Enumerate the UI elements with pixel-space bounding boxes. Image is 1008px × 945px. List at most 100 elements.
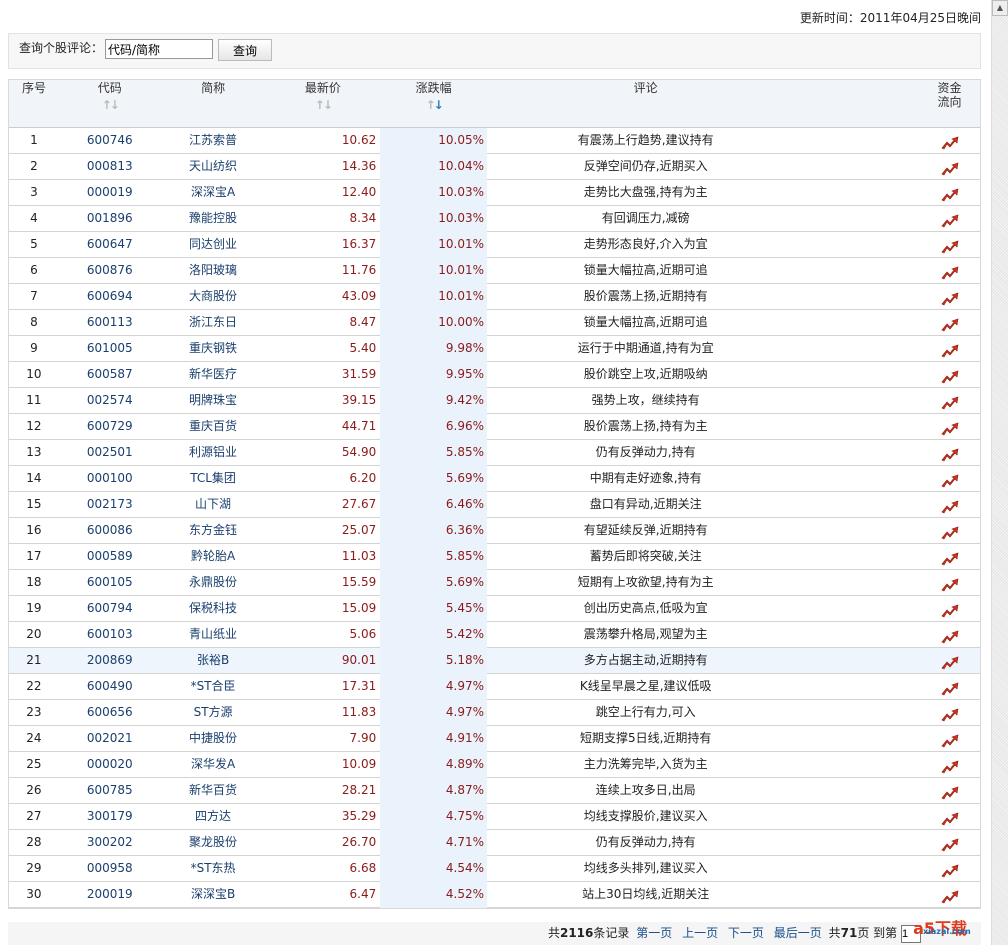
stock-code-link[interactable]: 600746 — [59, 128, 161, 154]
stock-code-link[interactable]: 300202 — [59, 830, 161, 856]
stock-name-link[interactable]: 四方达 — [161, 804, 266, 830]
fund-flow-up-trend-icon[interactable] — [941, 550, 959, 565]
stock-code-link[interactable]: 200869 — [59, 648, 161, 674]
stock-name-link[interactable]: 同达创业 — [161, 232, 266, 258]
fund-flow-up-trend-icon[interactable] — [941, 264, 959, 279]
stock-code-link[interactable]: 600647 — [59, 232, 161, 258]
fund-flow-up-trend-icon[interactable] — [941, 446, 959, 461]
header-price[interactable]: 最新价 ↑↓ — [265, 80, 380, 127]
stock-name-link[interactable]: 东方金钰 — [161, 518, 266, 544]
stock-name-link[interactable]: 利源铝业 — [161, 440, 266, 466]
stock-code-link[interactable]: 600729 — [59, 414, 161, 440]
fund-flow-up-trend-icon[interactable] — [941, 472, 959, 487]
sort-arrows-icon[interactable]: ↑↓ — [59, 98, 161, 112]
fund-flow-up-trend-icon[interactable] — [941, 602, 959, 617]
stock-code-link[interactable]: 000019 — [59, 180, 161, 206]
stock-name-link[interactable]: 山下湖 — [161, 492, 266, 518]
stock-code-link[interactable]: 600105 — [59, 570, 161, 596]
header-code[interactable]: 代码 ↑↓ — [59, 80, 161, 127]
fund-flow-up-trend-icon[interactable] — [941, 810, 959, 825]
stock-name-link[interactable]: *ST合臣 — [161, 674, 266, 700]
stock-name-link[interactable]: ST方源 — [161, 700, 266, 726]
first-page-link[interactable]: 第一页 — [636, 926, 672, 940]
stock-name-link[interactable]: *ST东热 — [161, 856, 266, 882]
sort-desc-active-icon[interactable]: ↑↓ — [380, 98, 487, 112]
fund-flow-up-trend-icon[interactable] — [941, 186, 959, 201]
stock-name-link[interactable]: 新华医疗 — [161, 362, 266, 388]
stock-name-link[interactable]: 豫能控股 — [161, 206, 266, 232]
stock-name-link[interactable]: 重庆百货 — [161, 414, 266, 440]
stock-name-link[interactable]: 洛阳玻璃 — [161, 258, 266, 284]
fund-flow-up-trend-icon[interactable] — [941, 238, 959, 253]
prev-page-link[interactable]: 上一页 — [682, 926, 718, 940]
fund-flow-up-trend-icon[interactable] — [941, 680, 959, 695]
stock-code-link[interactable]: 601005 — [59, 336, 161, 362]
stock-name-link[interactable]: 聚龙股份 — [161, 830, 266, 856]
last-page-link[interactable]: 最后一页 — [774, 926, 822, 940]
fund-flow-up-trend-icon[interactable] — [941, 576, 959, 591]
sort-arrows-icon[interactable]: ↑↓ — [265, 98, 380, 112]
stock-code-link[interactable]: 600656 — [59, 700, 161, 726]
fund-flow-up-trend-icon[interactable] — [941, 342, 959, 357]
fund-flow-up-trend-icon[interactable] — [941, 212, 959, 227]
stock-name-link[interactable]: 明牌珠宝 — [161, 388, 266, 414]
fund-flow-up-trend-icon[interactable] — [941, 732, 959, 747]
stock-code-link[interactable]: 002021 — [59, 726, 161, 752]
fund-flow-up-trend-icon[interactable] — [941, 628, 959, 643]
fund-flow-up-trend-icon[interactable] — [941, 706, 959, 721]
stock-code-link[interactable]: 600785 — [59, 778, 161, 804]
fund-flow-up-trend-icon[interactable] — [941, 758, 959, 773]
stock-code-link[interactable]: 000958 — [59, 856, 161, 882]
stock-code-link[interactable]: 000020 — [59, 752, 161, 778]
stock-name-link[interactable]: 张裕B — [161, 648, 266, 674]
fund-flow-up-trend-icon[interactable] — [941, 420, 959, 435]
stock-code-link[interactable]: 600490 — [59, 674, 161, 700]
stock-name-link[interactable]: 新华百货 — [161, 778, 266, 804]
fund-flow-up-trend-icon[interactable] — [941, 862, 959, 877]
stock-search-input[interactable] — [105, 39, 214, 59]
stock-name-link[interactable]: 江苏索普 — [161, 128, 266, 154]
stock-code-link[interactable]: 600794 — [59, 596, 161, 622]
fund-flow-up-trend-icon[interactable] — [941, 888, 959, 903]
fund-flow-up-trend-icon[interactable] — [941, 290, 959, 305]
stock-name-link[interactable]: 浙江东日 — [161, 310, 266, 336]
stock-code-link[interactable]: 000813 — [59, 154, 161, 180]
stock-name-link[interactable]: TCL集团 — [161, 466, 266, 492]
scroll-up-arrow-icon[interactable]: ▲ — [992, 0, 1008, 16]
stock-name-link[interactable]: 黔轮胎A — [161, 544, 266, 570]
vertical-scrollbar[interactable]: ▲ — [991, 0, 1008, 945]
stock-code-link[interactable]: 200019 — [59, 882, 161, 908]
stock-code-link[interactable]: 600694 — [59, 284, 161, 310]
stock-name-link[interactable]: 深深宝B — [161, 882, 266, 908]
stock-code-link[interactable]: 002501 — [59, 440, 161, 466]
stock-name-link[interactable]: 重庆钢铁 — [161, 336, 266, 362]
stock-name-link[interactable]: 保税科技 — [161, 596, 266, 622]
stock-name-link[interactable]: 永鼎股份 — [161, 570, 266, 596]
stock-code-link[interactable]: 002173 — [59, 492, 161, 518]
stock-code-link[interactable]: 600113 — [59, 310, 161, 336]
header-change[interactable]: 涨跌幅 ↑↓ — [380, 80, 487, 127]
fund-flow-up-trend-icon[interactable] — [941, 654, 959, 669]
fund-flow-up-trend-icon[interactable] — [941, 160, 959, 175]
fund-flow-up-trend-icon[interactable] — [941, 316, 959, 331]
stock-code-link[interactable]: 600587 — [59, 362, 161, 388]
fund-flow-up-trend-icon[interactable] — [941, 368, 959, 383]
stock-code-link[interactable]: 600086 — [59, 518, 161, 544]
stock-name-link[interactable]: 中捷股份 — [161, 726, 266, 752]
fund-flow-up-trend-icon[interactable] — [941, 524, 959, 539]
stock-code-link[interactable]: 600103 — [59, 622, 161, 648]
stock-code-link[interactable]: 300179 — [59, 804, 161, 830]
search-button[interactable]: 查询 — [218, 39, 273, 61]
next-page-link[interactable]: 下一页 — [728, 926, 764, 940]
stock-name-link[interactable]: 深华发A — [161, 752, 266, 778]
stock-code-link[interactable]: 002574 — [59, 388, 161, 414]
fund-flow-up-trend-icon[interactable] — [941, 498, 959, 513]
stock-name-link[interactable]: 深深宝A — [161, 180, 266, 206]
stock-code-link[interactable]: 600876 — [59, 258, 161, 284]
stock-code-link[interactable]: 000100 — [59, 466, 161, 492]
stock-code-link[interactable]: 000589 — [59, 544, 161, 570]
fund-flow-up-trend-icon[interactable] — [941, 836, 959, 851]
fund-flow-up-trend-icon[interactable] — [941, 784, 959, 799]
stock-name-link[interactable]: 天山纺织 — [161, 154, 266, 180]
fund-flow-up-trend-icon[interactable] — [941, 134, 959, 149]
